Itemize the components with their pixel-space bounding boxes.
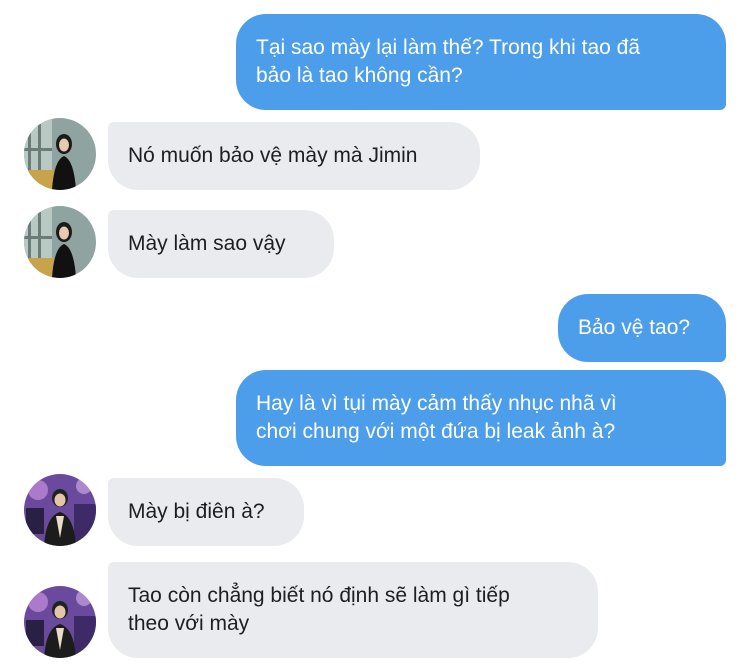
message-text-line: bảo là tao không cần? xyxy=(256,64,463,87)
message-text-line: Mày làm sao vậy xyxy=(128,232,286,255)
message-bubble-outgoing[interactable]: Bảo vệ tao? xyxy=(558,294,726,362)
message-bubble-outgoing[interactable]: Hay là vì tụi mày cảm thấy nhục nhã vì c… xyxy=(236,370,726,466)
message-text-line: theo với mày xyxy=(128,612,250,635)
message-text-line: Hay là vì tụi mày cảm thấy nhục nhã vì xyxy=(256,392,617,415)
message-text-line: Tại sao mày lại làm thế? Trong khi tao đ… xyxy=(256,36,641,59)
avatar-girl[interactable] xyxy=(24,118,96,190)
message-bubble-incoming[interactable]: Mày làm sao vậy xyxy=(108,210,334,278)
avatar-boy[interactable] xyxy=(24,586,96,658)
message-bubble-incoming[interactable]: Tao còn chẳng biết nó định sẽ làm gì tiế… xyxy=(108,562,598,658)
avatar-girl[interactable] xyxy=(24,206,96,278)
profile-photo-girl-icon xyxy=(24,118,96,190)
profile-photo-boy-icon xyxy=(24,586,96,658)
message-text-line: Tao còn chẳng biết nó định sẽ làm gì tiế… xyxy=(128,584,510,607)
message-bubble-incoming[interactable]: Nó muốn bảo vệ mày mà Jimin xyxy=(108,122,480,190)
profile-photo-girl-icon xyxy=(24,206,96,278)
message-text-line: Mày bị điên à? xyxy=(128,500,265,523)
profile-photo-boy-icon xyxy=(24,474,96,546)
message-bubble-outgoing[interactable]: Tại sao mày lại làm thế? Trong khi tao đ… xyxy=(236,14,726,110)
message-text-line: chơi chung với một đứa bị leak ảnh à? xyxy=(256,420,616,443)
chat-thread: Tại sao mày lại làm thế? Trong khi tao đ… xyxy=(0,0,750,667)
message-text-line: Bảo vệ tao? xyxy=(578,316,691,339)
message-bubble-incoming[interactable]: Mày bị điên à? xyxy=(108,478,304,546)
message-text-line: Nó muốn bảo vệ mày mà Jimin xyxy=(128,144,418,167)
avatar-boy[interactable] xyxy=(24,474,96,546)
